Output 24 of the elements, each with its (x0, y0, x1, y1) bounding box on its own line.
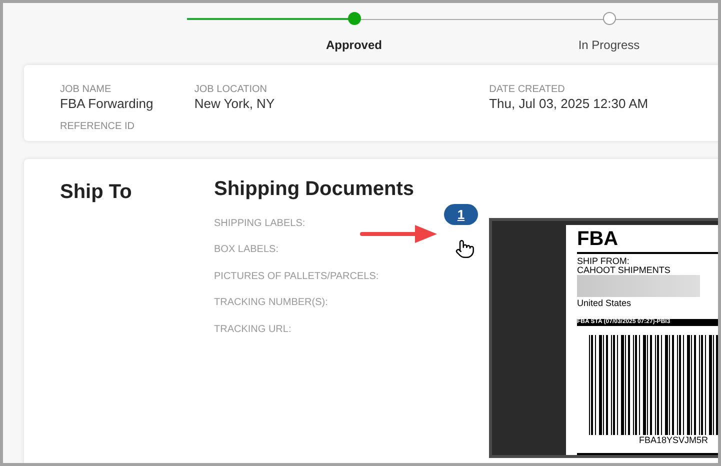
label-heading: FBA (577, 227, 620, 251)
barcode-number: FBA18YSVJM5R (639, 435, 710, 445)
field-value: FBA Forwarding (60, 96, 154, 112)
ship-from-label: SHIP FROM: (577, 257, 630, 266)
field-value: Thu, Jul 03, 2025 12:30 AM (489, 96, 650, 112)
section-title: Shipping Documents (214, 177, 415, 201)
document-label: BOX LABELS: (214, 243, 278, 258)
document-label: TRACKING NUMBER(S): (214, 296, 328, 310)
step-label: In Progress (578, 37, 640, 54)
arrow-icon (359, 224, 439, 244)
field-label: JOB NAME (60, 84, 112, 96)
hand-cursor-icon (455, 239, 475, 259)
country: United States (577, 298, 632, 308)
document-label: SHIPPING LABELS: (214, 216, 306, 231)
document-label: PICTURES OF PALLETS/PARCELS: (214, 270, 379, 284)
step-label: Approved (326, 37, 382, 54)
count-badge[interactable]: 1 (444, 204, 478, 225)
sender-name: CAHOOT SHIPMENTS (577, 266, 672, 275)
field-label: REFERENCE ID (60, 121, 136, 133)
field-label: DATE CREATED (489, 84, 566, 96)
section-title: Ship To (60, 181, 132, 203)
field-value: New York, NY (194, 96, 276, 112)
field-label: JOB LOCATION (194, 84, 268, 96)
document-label: TRACKING URL: (214, 322, 292, 337)
